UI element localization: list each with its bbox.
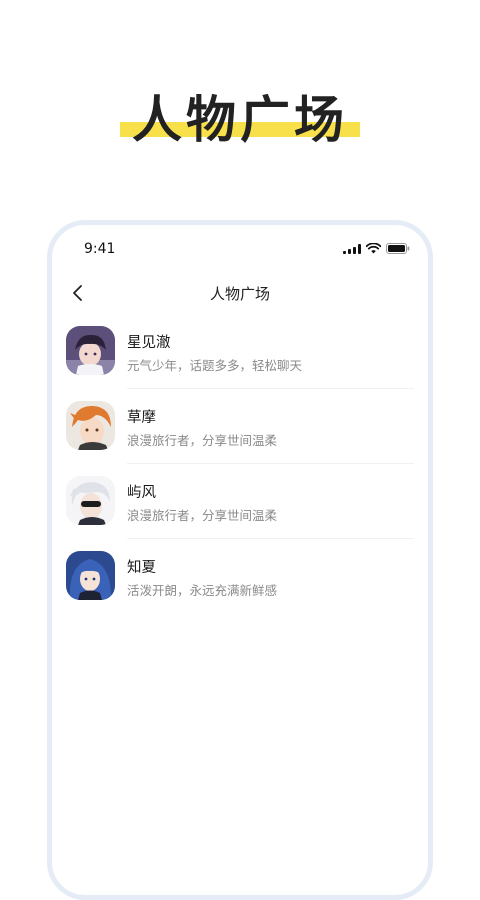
character-item-yufeng[interactable]: 屿风 浪漫旅行者，分享世间温柔 xyxy=(66,473,414,548)
character-description: 浪漫旅行者，分享世间温柔 xyxy=(127,433,278,448)
battery-icon xyxy=(386,243,410,254)
character-name: 知夏 xyxy=(127,560,156,576)
status-bar: 9:41 xyxy=(52,225,428,275)
promo-title-text: 人物广场 xyxy=(132,91,348,149)
status-time: 9:41 xyxy=(84,241,116,257)
status-icons xyxy=(343,243,410,254)
character-list: 星见澈 元气少年，话题多多，轻松聊天 草摩 浪漫旅行者，分享世间温柔 屿风 浪漫… xyxy=(66,323,414,623)
avatar xyxy=(66,326,115,375)
avatar xyxy=(66,476,115,525)
nav-title: 人物广场 xyxy=(209,285,270,303)
character-description: 浪漫旅行者，分享世间温柔 xyxy=(127,508,278,523)
avatar xyxy=(66,401,115,450)
promo-title: 人物广场 xyxy=(0,80,480,152)
character-name: 星见澈 xyxy=(127,335,171,351)
character-description: 活泼开朗，永远充满新鲜感 xyxy=(127,583,278,598)
character-name: 屿风 xyxy=(127,485,156,501)
wifi-icon xyxy=(366,243,381,254)
character-name: 草摩 xyxy=(127,410,156,426)
character-item-caomo[interactable]: 草摩 浪漫旅行者，分享世间温柔 xyxy=(66,398,414,473)
list-divider xyxy=(127,538,414,539)
nav-bar: 人物广场 xyxy=(52,275,428,315)
list-divider xyxy=(127,463,414,464)
list-divider xyxy=(127,388,414,389)
character-item-zhixia[interactable]: 知夏 活泼开朗，永远充满新鲜感 xyxy=(66,548,414,623)
signal-icon xyxy=(343,243,361,254)
avatar xyxy=(66,551,115,600)
character-description: 元气少年，话题多多，轻松聊天 xyxy=(127,358,303,373)
phone-frame: 9:41 人物广场 星见澈 元气少年，话题多多，轻松聊天 草摩 浪漫旅行者，分享… xyxy=(47,220,433,900)
character-item-xingjianche[interactable]: 星见澈 元气少年，话题多多，轻松聊天 xyxy=(66,323,414,398)
